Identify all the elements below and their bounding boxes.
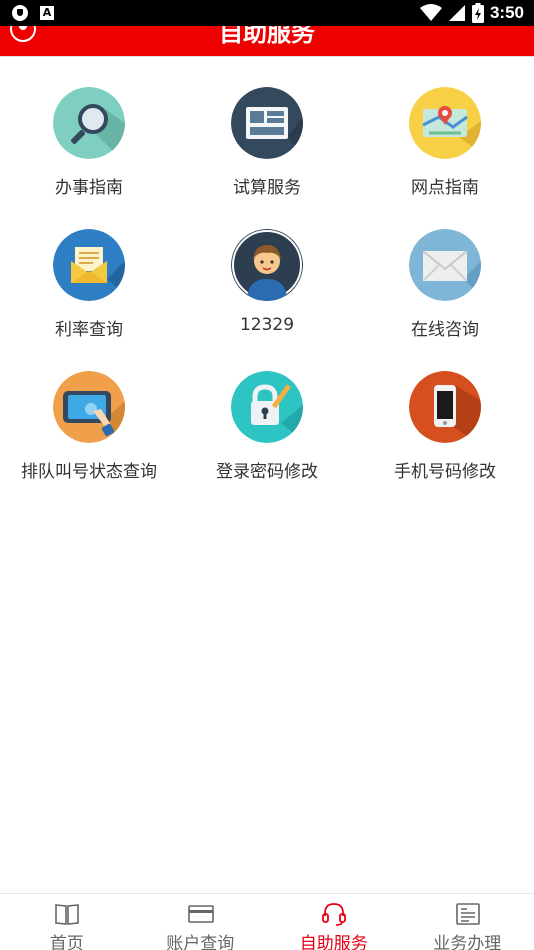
nav-label: 首页 [49, 934, 84, 950]
status-bar: A 3:50 [0, 0, 534, 26]
grid-item-rate[interactable]: 利率查询 [0, 229, 178, 359]
status-right-icons: 3:50 [419, 2, 524, 24]
lock-icon [231, 371, 303, 443]
envelope-letter-icon [53, 229, 125, 301]
grid-item-queue[interactable]: 排队叫号状态查询 [0, 371, 178, 501]
grid-item-phone[interactable]: 手机号码修改 [356, 371, 534, 501]
nav-item-self-service[interactable]: 自助服务 [267, 894, 401, 950]
grid-item-password[interactable]: 登录密码修改 [178, 371, 356, 501]
wifi-icon [419, 4, 442, 21]
status-left-icons: A [12, 5, 54, 21]
phone-icon [409, 371, 481, 443]
grid-item-label: 网点指南 [411, 178, 479, 198]
nav-label: 自助服务 [299, 934, 368, 950]
nav-label: 业务办理 [433, 934, 502, 950]
status-time: 3:50 [489, 3, 524, 22]
page-title: 自助服务 [219, 26, 315, 47]
signal-icon [448, 5, 465, 21]
grid-item-label: 12329 [239, 315, 295, 335]
dashboard-icon [231, 87, 303, 159]
shield-icon [12, 5, 28, 21]
grid-item-label: 手机号码修改 [394, 462, 496, 482]
nav-item-business[interactable]: 业务办理 [401, 894, 534, 950]
app-header: 自助服务 [0, 26, 534, 56]
grid-item-branch[interactable]: 网点指南 [356, 87, 534, 217]
header-divider [0, 56, 534, 57]
grid-item-label: 排队叫号状态查询 [21, 462, 157, 482]
grid-item-label: 在线咨询 [411, 320, 479, 340]
card-icon [187, 905, 214, 923]
grid-item-label: 试算服务 [233, 178, 301, 198]
nav-item-account[interactable]: 账户查询 [134, 894, 268, 950]
nav-label: 账户查询 [166, 934, 235, 950]
grid-item-label: 利率查询 [55, 320, 123, 340]
mail-icon [409, 229, 481, 301]
grid-item-calculator[interactable]: 试算服务 [178, 87, 356, 217]
bottom-navigation: 首页 账户查询 自助服务 业务办理 [0, 893, 534, 950]
magnifier-icon [53, 87, 125, 159]
nav-item-home[interactable]: 首页 [0, 894, 134, 950]
battery-icon [471, 3, 484, 23]
form-icon [455, 903, 480, 925]
grid-item-label: 办事指南 [55, 178, 123, 198]
tablet-touch-icon [53, 371, 125, 443]
grid-item-consult[interactable]: 在线咨询 [356, 229, 534, 359]
map-pin-icon [409, 87, 481, 159]
grid-item-guide[interactable]: 办事指南 [0, 87, 178, 217]
headset-icon [322, 903, 346, 926]
grid-item-hotline[interactable]: 12329 [178, 229, 356, 359]
a-notification-icon: A [40, 6, 54, 20]
book-icon [55, 904, 79, 925]
service-agent-icon [231, 229, 303, 301]
grid-item-label: 登录密码修改 [216, 462, 318, 482]
